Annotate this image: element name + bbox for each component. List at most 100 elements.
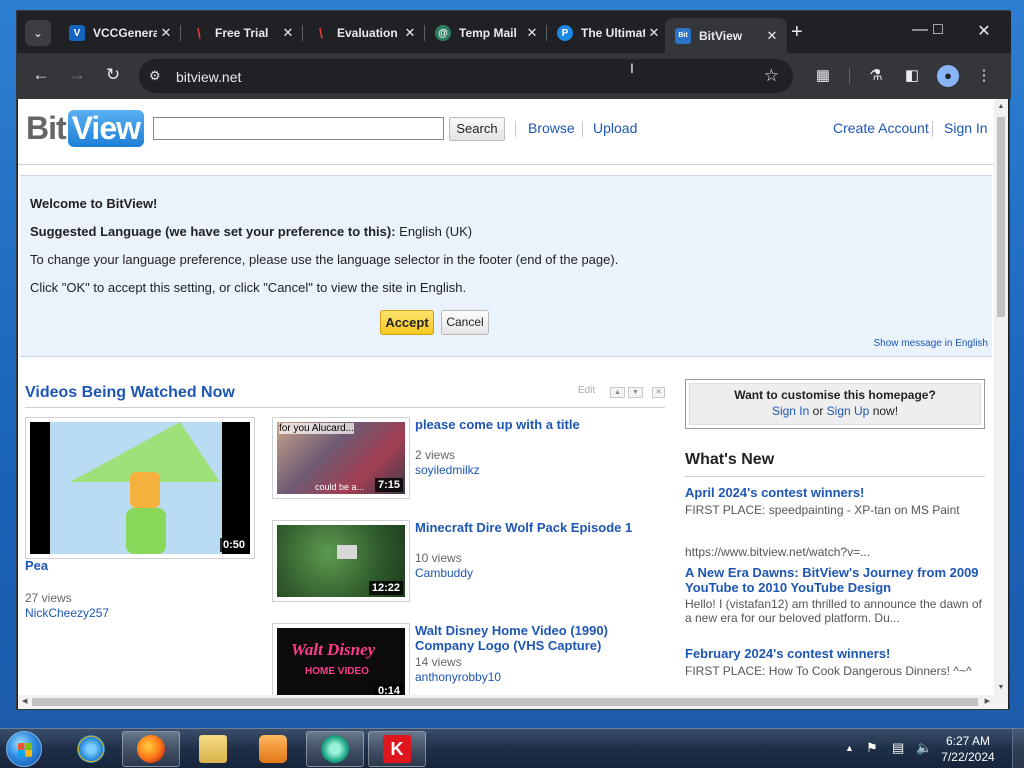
video-views: 14 views [415, 655, 462, 669]
show-desktop-button[interactable] [1012, 729, 1024, 768]
menu-kebab-icon[interactable]: ⋮ [973, 66, 995, 84]
chrome-app-icon[interactable] [306, 731, 364, 767]
bookmark-star-icon[interactable]: ☆ [764, 66, 779, 86]
video-thumbnail[interactable]: for you Alucard... could be a... 7:15 [272, 417, 410, 499]
video-views: 10 views [415, 551, 462, 565]
accept-button[interactable]: Accept [380, 310, 434, 335]
upload-link[interactable]: Upload [593, 120, 637, 136]
news-text: FIRST PLACE: speedpainting - XP-tan on M… [685, 503, 960, 517]
kaspersky-icon[interactable]: K [368, 731, 426, 767]
close-icon[interactable]: ✕ [763, 28, 781, 44]
news-title[interactable]: A New Era Dawns: BitView's Journey from … [685, 565, 985, 595]
tab-label: VCCGenerator [93, 26, 157, 40]
search-input[interactable] [153, 117, 444, 140]
chevron-down-icon: ⌄ [32, 26, 44, 40]
taskbar: K ▲ ⚑ ▤ 🔈 6:27 AM 7/22/2024 [0, 728, 1024, 768]
video-title[interactable]: please come up with a title [415, 417, 655, 432]
url-text[interactable]: bitview.net [176, 69, 241, 85]
window-close-icon[interactable]: ✕ [969, 21, 999, 41]
close-icon[interactable]: ✕ [645, 25, 663, 41]
accept-instructions: Click "OK" to accept this setting, or cl… [30, 280, 467, 295]
clock-date: 7/22/2024 [941, 750, 995, 764]
sign-in-link[interactable]: Sign In [944, 120, 988, 136]
back-arrow-icon[interactable]: ← [29, 65, 53, 85]
tab-temp-mail[interactable]: @ Temp Mail ✕ [425, 18, 547, 48]
news-text: https://www.bitview.net/watch?v=... [685, 545, 871, 559]
scroll-right-icon[interactable]: ▶ [985, 697, 990, 705]
start-button-icon[interactable] [6, 731, 42, 767]
video-thumbnail[interactable]: 12:22 [272, 520, 410, 602]
site-settings-icon[interactable]: ⚙ [149, 68, 161, 84]
maximize-icon[interactable]: □ [923, 21, 953, 39]
tab-the-ultimate[interactable]: P The Ultimate ✕ [547, 18, 669, 48]
vertical-scrollbar[interactable]: ▲ ▼ [994, 99, 1008, 695]
close-icon[interactable]: ✕ [157, 25, 175, 41]
video-duration: 12:22 [368, 581, 403, 595]
tab-bitview[interactable]: Bit BitView ✕ [665, 18, 787, 53]
tab-vccgenerator[interactable]: V VCCGenerator ✕ [59, 18, 181, 48]
new-tab-plus-icon[interactable]: + [791, 22, 803, 42]
scroll-left-icon[interactable]: ◀ [22, 697, 27, 705]
browse-link[interactable]: Browse [528, 120, 575, 136]
forward-arrow-icon[interactable]: → [65, 65, 89, 85]
customise-sign-in-link[interactable]: Sign In [772, 404, 809, 418]
videos-section-title: Videos Being Watched Now [25, 384, 235, 401]
news-title[interactable]: February 2024's contest winners! [685, 646, 985, 661]
firefox-icon[interactable] [122, 731, 180, 767]
tab-search-button[interactable]: ⌄ [25, 20, 51, 46]
video-title[interactable]: Walt Disney Home Video (1990) Company Lo… [415, 623, 655, 653]
action-center-flag-icon[interactable]: ⚑ [866, 740, 878, 756]
move-down-icon[interactable]: ▼ [628, 387, 643, 398]
featured-video-user[interactable]: NickCheezy257 [25, 606, 109, 620]
edit-link[interactable]: Edit [578, 385, 595, 396]
page-viewport: Bit View Search Browse Upload Create Acco… [18, 99, 1008, 709]
labs-flask-icon[interactable]: ⚗ [865, 66, 887, 84]
show-hidden-icons[interactable]: ▲ [845, 743, 854, 753]
address-bar[interactable]: ⚙ bitview.net ☆ [139, 59, 793, 93]
vertical-scroll-thumb[interactable] [997, 117, 1005, 317]
tab-free-trial[interactable]: \ Free Trial ✕ [181, 18, 303, 48]
featured-video-title[interactable]: Pea [25, 558, 48, 573]
reload-icon[interactable]: ↻ [101, 65, 125, 85]
volume-muted-icon[interactable]: 🔈 [916, 740, 932, 756]
video-duration: 7:15 [374, 478, 403, 492]
video-views: 2 views [415, 448, 456, 462]
video-user[interactable]: soyiledmilkz [415, 463, 480, 477]
close-icon[interactable]: ✕ [401, 25, 419, 41]
bitview-logo[interactable]: Bit View [26, 109, 144, 147]
file-explorer-icon[interactable] [184, 731, 242, 767]
scroll-down-icon[interactable]: ▼ [994, 684, 1008, 691]
featured-video-thumbnail[interactable]: 0:50 [25, 417, 255, 559]
video-title[interactable]: Minecraft Dire Wolf Pack Episode 1 [415, 520, 655, 535]
customise-sign-up-link[interactable]: Sign Up [827, 404, 870, 418]
slash-favicon-icon: \ [319, 25, 323, 41]
profile-avatar-icon[interactable]: ● [937, 65, 959, 87]
cancel-button[interactable]: Cancel [441, 310, 489, 335]
suggested-language: Suggested Language (we have set your pre… [30, 224, 473, 239]
horizontal-scrollbar[interactable]: ◀ ▶ [18, 695, 1008, 709]
change-language-text: To change your language preference, plea… [30, 252, 619, 267]
video-user[interactable]: anthonyrobby10 [415, 670, 501, 684]
video-thumbnail[interactable]: Walt Disney HOME VIDEO 0:14 [272, 623, 410, 705]
close-section-icon[interactable]: ✕ [652, 387, 665, 398]
close-icon[interactable]: ✕ [523, 25, 541, 41]
ultimate-favicon-icon: P [557, 25, 573, 41]
horizontal-scroll-thumb[interactable] [32, 698, 978, 706]
vcc-favicon-icon: V [69, 25, 85, 41]
extensions-puzzle-icon[interactable]: ▦ [812, 66, 834, 84]
site-header: Bit View Search Browse Upload Create Acco… [18, 99, 994, 165]
network-icon[interactable]: ▤ [892, 740, 904, 756]
video-user[interactable]: Cambuddy [415, 566, 473, 580]
create-account-link[interactable]: Create Account [833, 120, 929, 136]
show-message-english-link[interactable]: Show message in English [873, 338, 988, 349]
internet-explorer-icon[interactable] [62, 731, 120, 767]
news-title[interactable]: April 2024's contest winners! [685, 485, 985, 500]
search-button[interactable]: Search [449, 117, 505, 141]
side-panel-icon[interactable]: ◧ [901, 66, 923, 84]
tab-evaluation[interactable]: \ Evaluation ✕ [303, 18, 425, 48]
move-up-icon[interactable]: ▲ [610, 387, 625, 398]
media-player-icon[interactable] [244, 731, 302, 767]
close-icon[interactable]: ✕ [279, 25, 297, 41]
scroll-up-icon[interactable]: ▲ [994, 103, 1008, 110]
system-clock[interactable]: 6:27 AM 7/22/2024 [938, 733, 998, 765]
